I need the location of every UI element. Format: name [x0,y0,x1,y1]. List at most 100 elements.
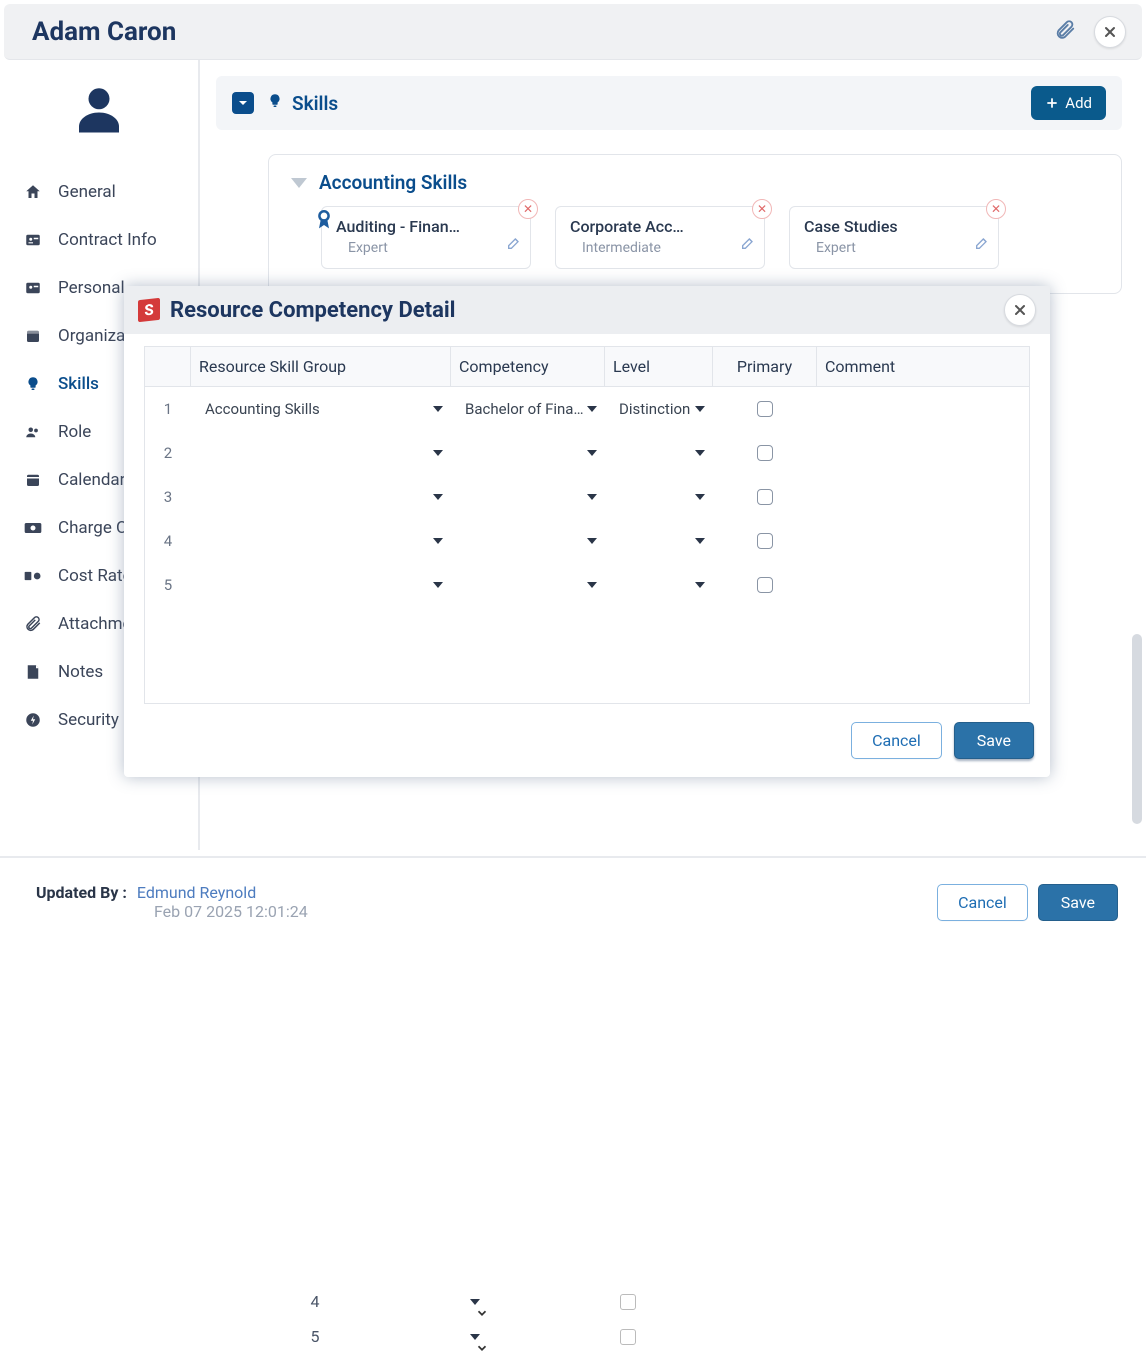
level-select[interactable] [605,450,713,456]
cell-value: Bachelor of Finan… [459,400,587,418]
delete-icon[interactable]: ✕ [986,199,1006,219]
person-icon [69,80,129,144]
level-select[interactable]: Distinction [605,400,713,418]
skill-group-select[interactable] [191,538,451,544]
money-icon [22,517,44,539]
sidebar-item-label: Contract Info [58,230,157,250]
grid-row: 1 Accounting Skills Bachelor of Finan… D… [145,387,1029,431]
skill-group-select[interactable]: Accounting Skills [191,400,451,418]
sidebar-item-contract-info[interactable]: Contract Info [0,216,198,264]
sidebar-item-label: Skills [58,374,99,394]
column-header-level: Level [605,347,713,386]
modal-title: Resource Competency Detail [170,298,456,323]
competency-select[interactable]: Bachelor of Finan… [451,400,605,418]
chevron-down-icon [587,406,597,412]
skill-name: Case Studies [804,217,984,236]
home-icon [22,181,44,203]
users-icon [22,421,44,443]
chevron-down-icon [433,582,443,588]
chevron-down-icon [695,406,705,412]
add-button[interactable]: Add [1031,86,1106,120]
cell-value: Accounting Skills [199,400,320,418]
chevron-down-icon [695,450,705,456]
page-footer: Updated By : Edmund Reynold Feb 07 2025 … [0,856,1146,946]
sidebar-item-general[interactable]: General [0,168,198,216]
chevron-down-icon [587,582,597,588]
competency-select[interactable] [451,582,605,588]
sidebar-item-label: General [58,182,116,202]
page-header: Adam Caron [4,4,1142,60]
save-button[interactable]: Save [1038,884,1118,921]
skill-card[interactable]: ✕ Corporate Acc… Intermediate [555,206,765,269]
chevron-down-icon [695,582,705,588]
column-header-competency: Competency [451,347,605,386]
level-select[interactable] [605,494,713,500]
edit-icon[interactable] [506,235,522,255]
skill-group-select[interactable] [191,582,451,588]
skill-name: Auditing - Finan… [336,217,516,236]
updated-by-label: Updated By : [36,883,127,902]
attachment-icon[interactable] [1054,17,1076,47]
competency-select[interactable] [451,538,605,544]
grid-row: 2 [145,431,1029,475]
rate-icon [22,565,44,587]
app-logo-icon: S [138,298,160,322]
row-number: 3 [145,488,191,506]
attachment-icon [22,613,44,635]
skill-level: Expert [336,240,516,256]
calendar-icon [22,325,44,347]
chevron-down-icon [433,538,443,544]
chevron-down-icon[interactable] [291,178,307,188]
level-select[interactable] [605,538,713,544]
competency-select[interactable] [451,494,605,500]
sidebar-item-label: Charge O [58,518,128,538]
primary-checkbox[interactable] [757,445,773,461]
competency-select[interactable] [451,450,605,456]
modal-cancel-button[interactable]: Cancel [851,722,942,759]
bulb-icon [266,92,284,115]
edit-icon[interactable] [740,235,756,255]
modal-grid: Resource Skill Group Competency Level Pr… [144,346,1030,704]
chevron-down-icon [587,538,597,544]
cancel-button[interactable]: Cancel [937,884,1028,921]
bulb-icon [22,373,44,395]
grid-row: 3 [145,475,1029,519]
note-icon [22,661,44,683]
modal-save-button[interactable]: Save [954,722,1034,759]
add-button-label: Add [1065,94,1092,112]
primary-checkbox[interactable] [757,577,773,593]
skill-card[interactable]: ✕ Auditing - Finan… Expert [321,206,531,269]
skill-group-title: Accounting Skills [319,171,467,194]
edit-icon[interactable] [974,235,990,255]
primary-checkbox[interactable] [757,533,773,549]
skill-card[interactable]: ✕ Case Studies Expert [789,206,999,269]
collapse-icon[interactable] [232,92,254,114]
scrollbar[interactable] [1132,634,1142,824]
primary-checkbox[interactable] [757,401,773,417]
sidebar-item-label: Personal [58,278,125,298]
modal-close-button[interactable] [1004,294,1036,326]
skills-section-header: Skills Add [216,76,1122,130]
level-select[interactable] [605,582,713,588]
avatar [0,80,198,144]
row-number: 1 [145,400,191,418]
modal-header: S Resource Competency Detail [124,286,1050,334]
delete-icon[interactable]: ✕ [518,199,538,219]
modal-footer: Cancel Save [124,704,1050,777]
skill-group-card: Accounting Skills ✕ Auditing - Finan… Ex… [268,154,1122,294]
skills-title: Skills [266,92,338,115]
ribbon-icon [314,207,334,237]
cell-value: Distinction [613,400,690,418]
skill-group-select[interactable] [191,450,451,456]
sidebar-item-label: Role [58,422,91,442]
skill-level: Expert [804,240,984,256]
background-table-rows: 4 5 [300,804,636,850]
skills-title-text: Skills [292,92,338,115]
chevron-down-icon [695,538,705,544]
skill-group-select[interactable] [191,494,451,500]
delete-icon[interactable]: ✕ [752,199,772,219]
close-button[interactable] [1094,16,1126,48]
primary-checkbox[interactable] [757,489,773,505]
sidebar-item-label: Attachme [58,614,132,634]
row-number: 5 [145,576,191,594]
